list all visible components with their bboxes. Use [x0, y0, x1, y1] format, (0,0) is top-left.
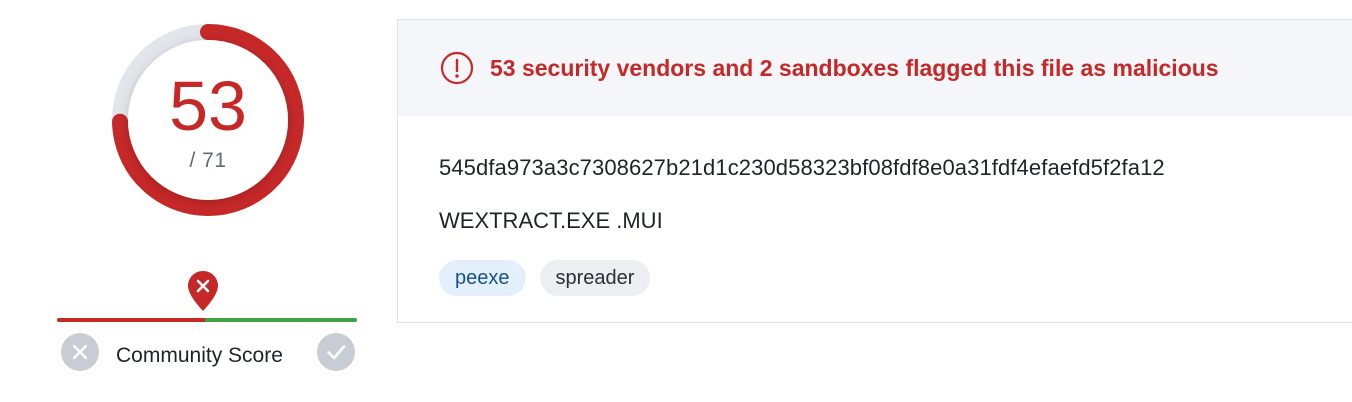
detection-score-ring: 53 / 71	[100, 12, 316, 228]
file-tags: peexe spreader	[439, 260, 651, 296]
file-hash[interactable]: 545dfa973a3c7308627b21d1c230d58323bf08fd…	[439, 155, 1165, 181]
tag-peexe[interactable]: peexe	[439, 260, 526, 296]
detection-alert-banner: 53 security vendors and 2 sandboxes flag…	[398, 20, 1352, 116]
detection-summary-card: 53 security vendors and 2 sandboxes flag…	[397, 19, 1352, 323]
total-engines: / 71	[189, 149, 227, 172]
checkmark-icon	[327, 345, 346, 360]
location-pin-x-icon	[188, 271, 218, 311]
community-bar-positive	[205, 318, 357, 322]
community-score-label: Community Score	[116, 344, 283, 367]
vote-harmful-button[interactable]	[61, 333, 99, 371]
community-score: Community Score	[56, 270, 360, 380]
tag-spreader[interactable]: spreader	[539, 260, 651, 296]
close-icon	[72, 344, 88, 360]
exclamation-circle-icon	[440, 51, 474, 85]
malicious-count: 53	[169, 67, 247, 145]
community-bar-negative	[57, 318, 205, 322]
vote-harmless-button[interactable]	[317, 333, 355, 371]
detection-alert-text: 53 security vendors and 2 sandboxes flag…	[490, 54, 1219, 81]
score-readout: 53 / 71	[100, 12, 316, 228]
file-name: WEXTRACT.EXE .MUI	[439, 208, 663, 233]
